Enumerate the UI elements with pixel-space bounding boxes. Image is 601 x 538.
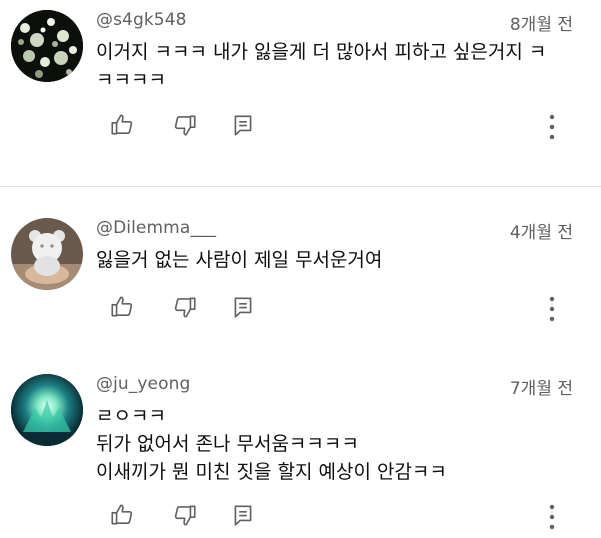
comment-author[interactable]: @s4gk548 xyxy=(96,10,187,30)
avatar[interactable] xyxy=(11,218,83,290)
comment-text: 이거지 ㅋㅋㅋ 내가 잃을게 더 많아서 피하고 싶은거지 ㅋ ㅋㅋㅋㅋ xyxy=(96,38,586,94)
avatar[interactable] xyxy=(11,374,83,446)
thumbs-down-icon xyxy=(174,297,196,318)
reply-button[interactable] xyxy=(230,502,256,528)
more-options-button[interactable] xyxy=(545,502,559,532)
dislike-button[interactable] xyxy=(172,112,198,138)
comment-text-line: 이거지 ㅋㅋㅋ 내가 잃을게 더 많아서 피하고 싶은거지 ㅋ xyxy=(96,41,547,63)
comment-author[interactable]: @ju_yeong xyxy=(96,374,190,394)
section-divider xyxy=(0,186,601,187)
avatar-image xyxy=(11,10,83,82)
avatar[interactable] xyxy=(11,10,83,82)
comment-timestamp[interactable]: 8개월 전 xyxy=(510,10,573,35)
comment-actions xyxy=(0,294,601,324)
reply-icon xyxy=(234,115,252,136)
comment-item: @ju_yeong 7개월 전 ㄹㅇㅋㅋ 뒤가 없어서 존나 무서움ㅋㅋㅋㅋ 이… xyxy=(0,364,601,538)
more-options-button[interactable] xyxy=(545,112,559,142)
reply-button[interactable] xyxy=(230,112,256,138)
comment-text-line: 잃을거 없는 사람이 제일 무서운거여 xyxy=(96,249,383,271)
avatar-image xyxy=(11,218,83,290)
comment-text-line: 이새끼가 뭔 미친 짓을 할지 예상이 안감ㅋㅋ xyxy=(96,461,447,483)
reply-icon xyxy=(234,505,252,526)
comment-timestamp[interactable]: 7개월 전 xyxy=(510,374,573,399)
thumbs-up-icon xyxy=(111,296,133,317)
thumbs-up-icon xyxy=(111,504,133,525)
comment-text-line: ㅋㅋㅋㅋ xyxy=(96,69,166,91)
comment-author[interactable]: @Dilemma___ xyxy=(96,218,216,238)
comment-text-line: 뒤가 없어서 존나 무서움ㅋㅋㅋㅋ xyxy=(96,433,359,455)
thumbs-down-icon xyxy=(174,115,196,136)
comment-item: @s4gk548 8개월 전 이거지 ㅋㅋㅋ 내가 잃을게 더 많아서 피하고 … xyxy=(0,0,601,180)
comment-text: 잃을거 없는 사람이 제일 무서운거여 xyxy=(96,246,586,274)
thumbs-down-icon xyxy=(174,505,196,526)
like-button[interactable] xyxy=(109,502,135,528)
dislike-button[interactable] xyxy=(172,502,198,528)
comment-actions xyxy=(0,112,601,142)
thumbs-up-icon xyxy=(111,114,133,135)
dislike-button[interactable] xyxy=(172,294,198,320)
comment-item: @Dilemma___ 4개월 전 잃을거 없는 사람이 제일 무서운거여 xyxy=(0,208,601,338)
more-vertical-icon xyxy=(549,504,555,530)
comment-actions xyxy=(0,502,601,532)
like-button[interactable] xyxy=(109,294,135,320)
avatar-image xyxy=(11,374,83,446)
more-vertical-icon xyxy=(549,296,555,322)
like-button[interactable] xyxy=(109,112,135,138)
comment-text: ㄹㅇㅋㅋ 뒤가 없어서 존나 무서움ㅋㅋㅋㅋ 이새끼가 뭔 미친 짓을 할지 예… xyxy=(96,402,586,486)
more-options-button[interactable] xyxy=(545,294,559,324)
reply-icon xyxy=(234,297,252,318)
more-vertical-icon xyxy=(549,114,555,140)
comment-text-line: ㄹㅇㅋㅋ xyxy=(96,405,166,427)
reply-button[interactable] xyxy=(230,294,256,320)
comment-timestamp[interactable]: 4개월 전 xyxy=(510,218,573,243)
